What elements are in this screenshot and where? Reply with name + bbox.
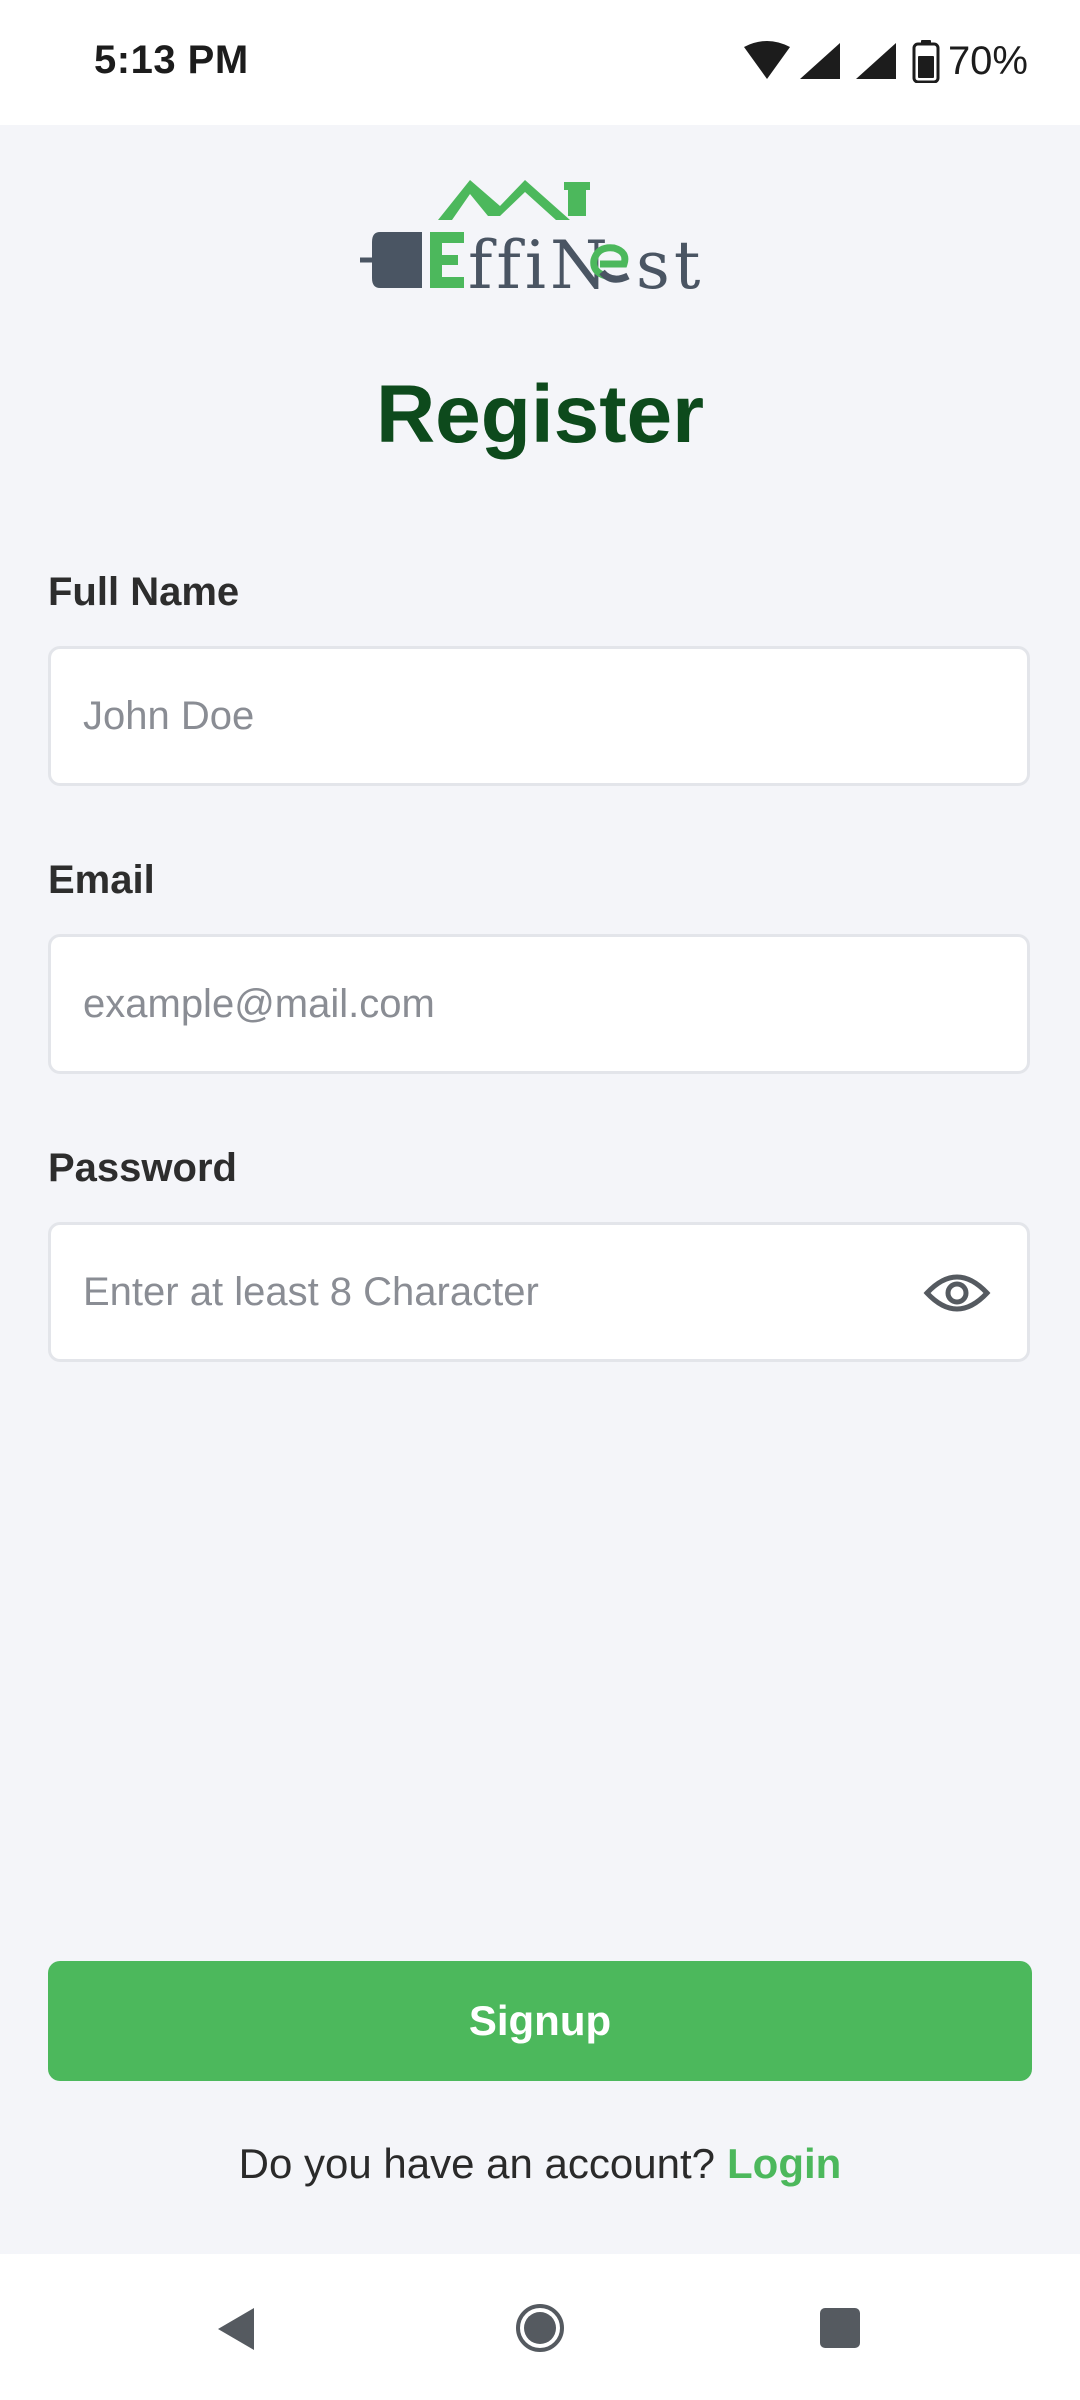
password-field-container xyxy=(48,1222,1030,1362)
email-label: Email xyxy=(48,858,155,902)
full-name-input[interactable] xyxy=(83,649,943,783)
wifi-icon xyxy=(743,41,790,79)
login-prompt: Do you have an account? Login xyxy=(0,2140,1080,2188)
account-prompt-text: Do you have an account? xyxy=(238,2140,716,2187)
status-time: 5:13 PM xyxy=(94,38,249,82)
page-title: Register xyxy=(375,369,705,460)
recents-icon[interactable] xyxy=(818,2306,862,2350)
system-nav-bar xyxy=(0,2254,1080,2400)
full-name-label: Full Name xyxy=(48,570,240,614)
effinest-logo: ffiN st xyxy=(360,180,704,302)
signup-button[interactable]: Signup xyxy=(48,1961,1032,2081)
home-icon[interactable] xyxy=(514,2302,566,2354)
full-name-field-container xyxy=(48,646,1030,786)
battery-percent: 70% xyxy=(947,38,1028,83)
password-input[interactable] xyxy=(83,1225,943,1359)
login-link[interactable]: Login xyxy=(727,2140,841,2187)
cell-signal-icon xyxy=(799,43,840,79)
svg-text:st: st xyxy=(636,227,704,302)
status-icons: 70% xyxy=(742,36,1028,86)
svg-text:ffiN: ffiN xyxy=(468,227,612,302)
status-bar: 5:13 PM 70% xyxy=(0,0,1080,125)
password-label: Password xyxy=(48,1146,237,1190)
battery-icon xyxy=(912,40,940,83)
back-icon[interactable] xyxy=(216,2306,256,2352)
eye-icon[interactable] xyxy=(923,1269,991,1317)
cell-signal-icon xyxy=(855,43,896,79)
email-input[interactable] xyxy=(83,937,943,1071)
email-field-container xyxy=(48,934,1030,1074)
